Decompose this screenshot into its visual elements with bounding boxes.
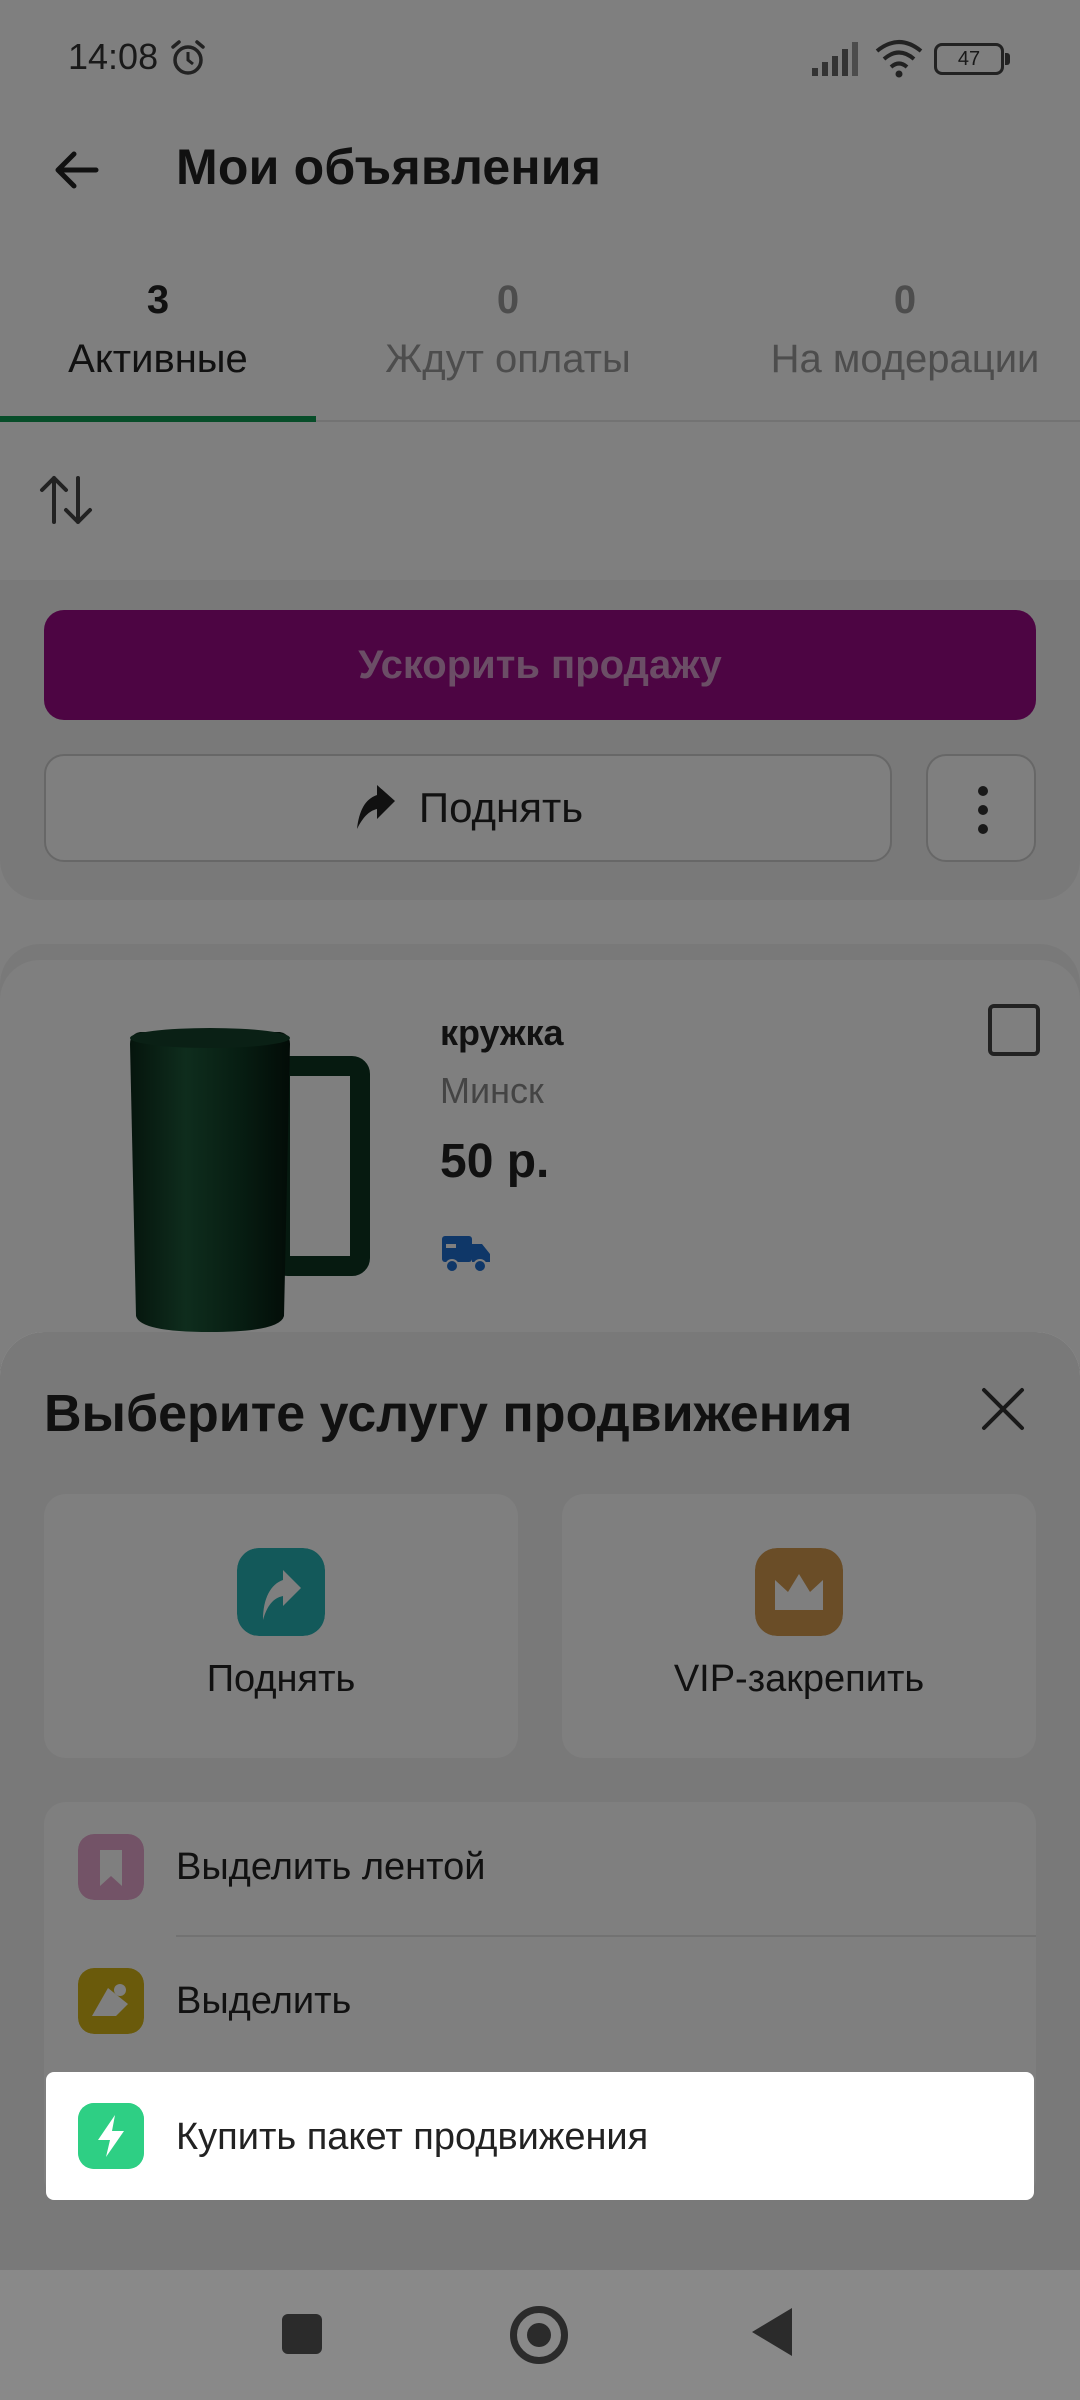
home-button[interactable]	[510, 2306, 568, 2364]
sheet-scrim	[0, 1332, 1080, 2400]
recents-button[interactable]	[282, 2314, 322, 2354]
back-button[interactable]	[752, 2308, 792, 2356]
list-item-label: Купить пакет продвижения	[176, 2116, 649, 2158]
lightning-icon	[78, 2103, 144, 2169]
list-item-buy-package[interactable]: Купить пакет продвижения	[46, 2072, 1034, 2200]
